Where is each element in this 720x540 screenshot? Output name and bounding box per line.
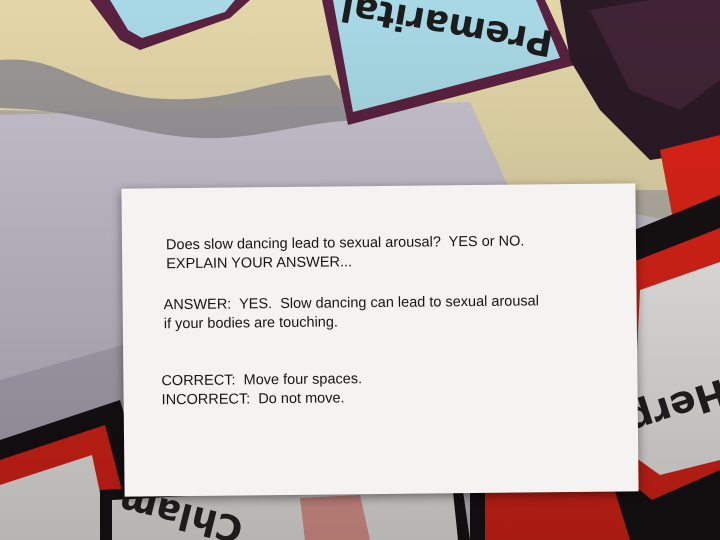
- card-answer: ANSWER: YES. Slow dancing can lead to se…: [163, 293, 540, 333]
- photo-scene: Premarital Herp Chlam Does slow dancing …: [0, 0, 720, 540]
- card-question: Does slow dancing lead to sexual arousal…: [165, 233, 525, 273]
- card-result: CORRECT: Move four spaces. INCORRECT: Do…: [161, 371, 363, 409]
- question-card: Does slow dancing lead to sexual arousal…: [121, 183, 639, 497]
